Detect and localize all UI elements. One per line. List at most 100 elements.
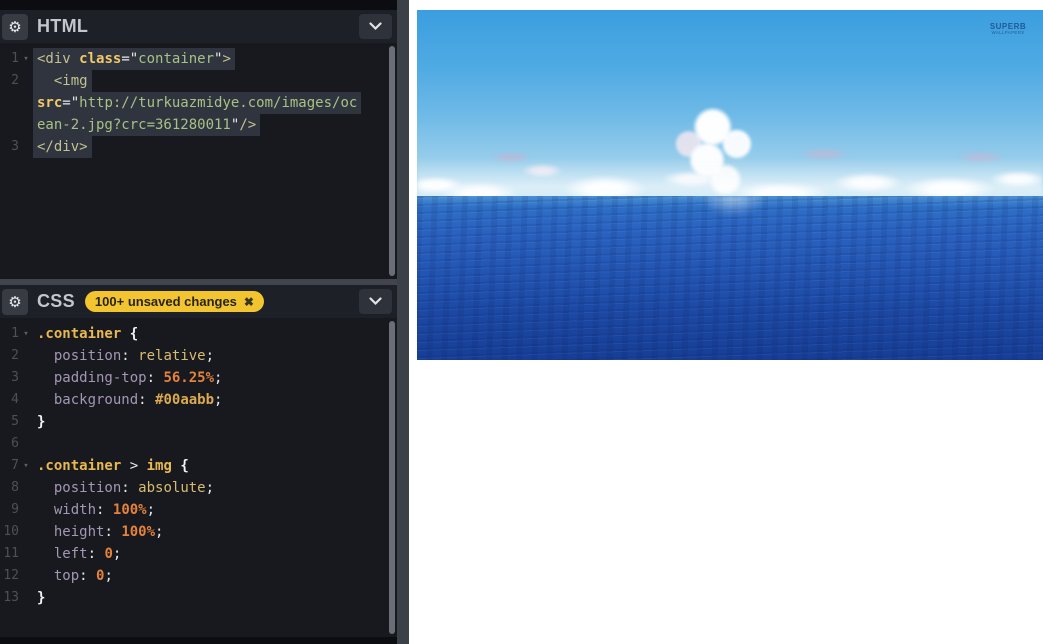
css-collapse-button[interactable] xyxy=(359,289,392,314)
unsaved-changes-badge[interactable]: 100+ unsaved changes ✖ xyxy=(84,291,264,312)
editor-preview-resize-divider[interactable] xyxy=(397,0,409,644)
token-punc: ; xyxy=(155,524,164,540)
token-prop: position xyxy=(53,348,122,364)
code-text[interactable]: .container { xyxy=(33,323,142,345)
line-number: 4 xyxy=(11,392,19,407)
html-code-area[interactable]: 1 ▾ <div class="container"> 2 <img src="http… xyxy=(0,43,397,279)
code-text[interactable]: .container > img { xyxy=(33,455,193,477)
code-line[interactable]: 11 left: 0; xyxy=(0,543,397,565)
code-line[interactable]: 3 padding-top: 56.25%; xyxy=(0,367,397,389)
token-prop: position xyxy=(53,480,122,496)
token-num: 100% xyxy=(112,502,147,518)
token-prop: width xyxy=(53,502,97,518)
token-prop: height xyxy=(53,524,105,540)
code-text[interactable]: position: relative; xyxy=(33,345,218,367)
code-text[interactable]: height: 100%; xyxy=(33,521,167,543)
code-line[interactable]: src="http://turkuazmidye.com/images/oc xyxy=(0,92,397,114)
code-line[interactable]: 12 top: 0; xyxy=(0,565,397,587)
code-text[interactable]: width: 100%; xyxy=(33,499,159,521)
code-line[interactable]: 13} xyxy=(0,587,397,609)
line-number: 1 xyxy=(11,51,19,66)
code-line[interactable]: 3 </div> xyxy=(0,136,397,158)
token-prop: top xyxy=(53,568,80,584)
fold-arrow-icon[interactable]: ▾ xyxy=(19,48,33,70)
fold-arrow-icon[interactable]: ▾ xyxy=(19,323,33,345)
code-text[interactable]: padding-top: 56.25%; xyxy=(33,367,226,389)
code-text[interactable]: background: #00aabb; xyxy=(33,389,226,411)
editor-top-strip xyxy=(0,0,397,10)
css-scrollbar[interactable] xyxy=(389,321,395,634)
token-punc: ; xyxy=(205,348,215,364)
code-line[interactable]: ean-2.jpg?crc=361280011"/> xyxy=(0,114,397,136)
token-punc: ; xyxy=(214,370,223,386)
watermark-line2: WALLPAPERS xyxy=(991,31,1025,36)
token-punc: =" xyxy=(62,95,80,111)
html-settings-gear-icon[interactable]: ⚙ xyxy=(2,13,28,40)
code-text[interactable]: position: absolute; xyxy=(33,477,218,499)
dismiss-badge-icon[interactable]: ✖ xyxy=(244,295,254,309)
line-number: 2 xyxy=(11,348,19,363)
code-line[interactable]: 5} xyxy=(0,411,397,433)
token-punc: ; xyxy=(205,480,215,496)
line-number: 11 xyxy=(3,546,19,561)
code-text[interactable]: </div> xyxy=(33,136,92,158)
token-punc: ; xyxy=(214,392,223,408)
token-prop: padding-top xyxy=(53,370,147,386)
code-line[interactable]: 1 ▾ <div class="container"> xyxy=(0,48,397,70)
token-prop: background xyxy=(53,392,139,408)
code-text[interactable]: left: 0; xyxy=(33,543,125,565)
code-line[interactable]: 7 ▾ .container > img { xyxy=(0,455,397,477)
token-brace: { xyxy=(180,458,189,474)
token-str: container xyxy=(138,51,215,67)
token-punc: : xyxy=(121,480,130,496)
code-line[interactable]: 2 <img xyxy=(0,70,397,92)
code-text[interactable]: ean-2.jpg?crc=361280011"/> xyxy=(33,114,261,136)
token-tag: > xyxy=(222,51,231,67)
code-text[interactable] xyxy=(33,433,41,455)
code-text[interactable]: <div class="container"> xyxy=(33,48,235,70)
code-line[interactable]: 2 position: relative; xyxy=(0,345,397,367)
token-punc: ; xyxy=(146,502,156,518)
code-editor-app: ⚙ HTML 1 ▾ <div class="container"> 2 <img sr… xyxy=(0,0,1043,644)
line-number xyxy=(0,114,19,136)
fold-arrow-icon[interactable]: ▾ xyxy=(19,455,33,477)
code-line[interactable]: 8 position: absolute; xyxy=(0,477,397,499)
css-settings-gear-icon[interactable]: ⚙ xyxy=(2,288,28,315)
code-line[interactable]: 1 ▾ .container { xyxy=(0,323,397,345)
token-punc: : xyxy=(79,568,88,584)
horizon-haze xyxy=(417,158,1043,200)
code-line[interactable]: 10 height: 100%; xyxy=(0,521,397,543)
html-collapse-button[interactable] xyxy=(359,14,392,39)
token-val: absolute xyxy=(138,480,206,496)
token-val: relative xyxy=(138,348,206,364)
code-line[interactable]: 6 xyxy=(0,433,397,455)
code-text[interactable]: } xyxy=(33,411,49,433)
token-punc: : xyxy=(146,370,156,386)
code-line[interactable]: 4 background: #00aabb; xyxy=(0,389,397,411)
code-text[interactable]: <img xyxy=(33,70,92,92)
line-number: 8 xyxy=(11,480,19,495)
html-panel: ⚙ HTML 1 ▾ <div class="container"> 2 <img sr… xyxy=(0,10,397,279)
code-line[interactable]: 9 width: 100%; xyxy=(0,499,397,521)
html-scrollbar[interactable] xyxy=(389,46,395,276)
code-text[interactable]: src="http://turkuazmidye.com/images/oc xyxy=(33,92,362,114)
code-text[interactable]: } xyxy=(33,587,49,609)
line-number: 13 xyxy=(3,590,19,605)
css-code-area[interactable]: 1 ▾ .container {2 position: relative; 3 pad… xyxy=(0,318,397,637)
code-text[interactable]: top: 0; xyxy=(33,565,117,587)
token-punc: =" xyxy=(121,51,139,67)
token-tag: <div xyxy=(37,51,71,67)
